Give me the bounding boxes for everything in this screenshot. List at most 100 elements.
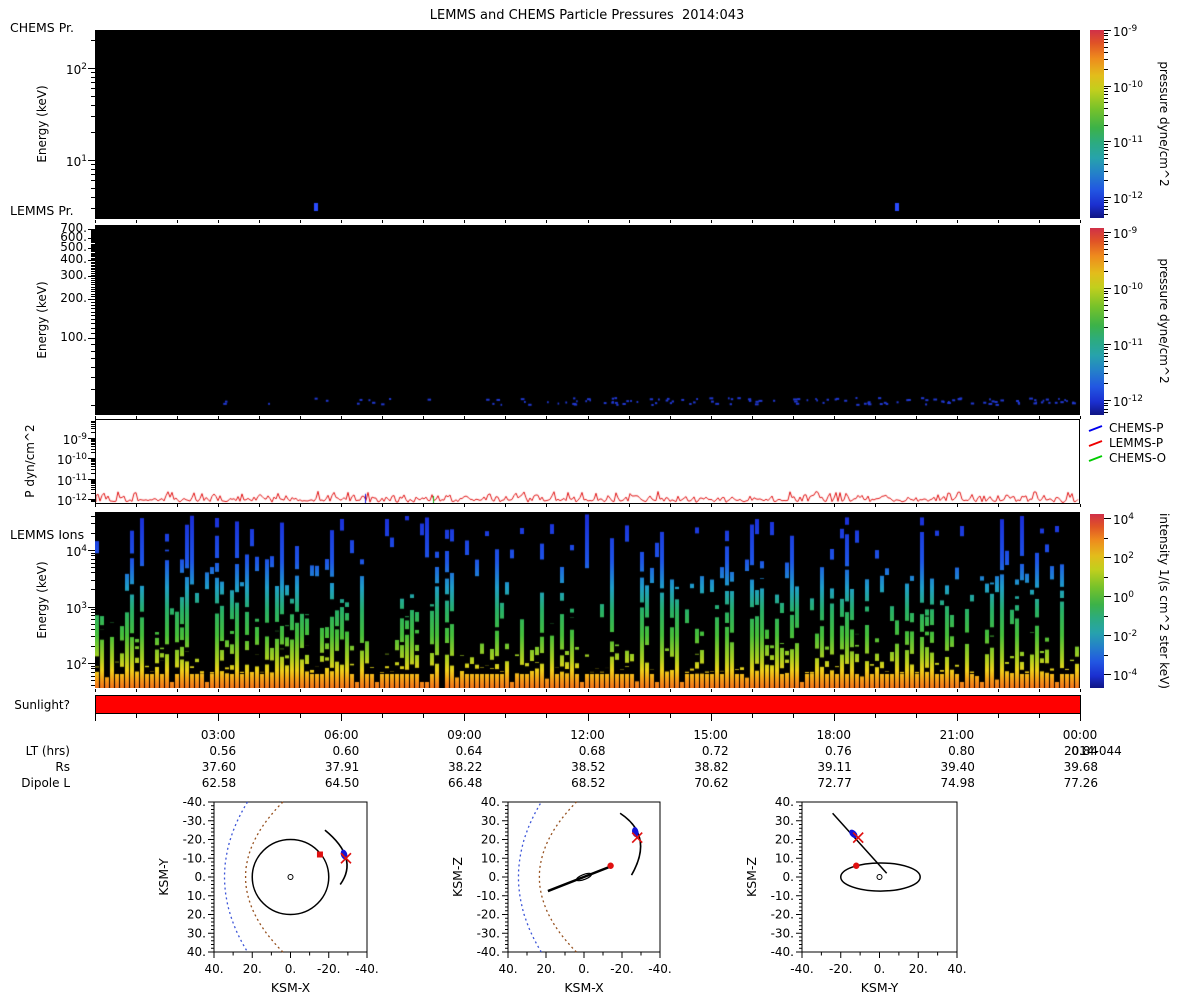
panel-gap-tick	[505, 220, 507, 223]
axis-tick	[91, 250, 95, 252]
time-tick-label: 18:00	[816, 728, 852, 742]
chems-pressure-spectrogram	[95, 30, 1080, 219]
axis-tick	[91, 422, 95, 424]
panel-gap-tick	[997, 689, 999, 692]
panel-gap-tick	[177, 220, 179, 223]
axis-tick	[91, 499, 95, 501]
time-axis-tick	[95, 713, 96, 721]
p2-ytick: 200.	[60, 291, 87, 306]
axis-tick	[91, 305, 95, 307]
panel-gap-tick	[464, 416, 466, 419]
ephemeris-value: 68.52	[571, 776, 606, 790]
colorbar-minor-tick	[1104, 405, 1108, 407]
axis-tick	[91, 668, 95, 670]
axis-tick	[91, 462, 95, 464]
panel-gap-tick	[628, 220, 630, 223]
colorbar-tick-label: 10-4	[1113, 668, 1138, 684]
axis-tick	[91, 238, 95, 240]
panel-gap-tick	[915, 504, 917, 507]
colorbar-tick-label: 100	[1113, 590, 1135, 606]
colorbar-minor-tick	[1104, 35, 1108, 37]
time-axis-tick	[300, 713, 302, 718]
colorbar-minor-tick	[1104, 146, 1108, 148]
colorbar-minor-tick	[1104, 107, 1108, 109]
ephemeris-value: 62.58	[201, 776, 237, 790]
orbit-y-tick-label: 20.	[775, 833, 794, 847]
ephemeris-value: 39.68	[1063, 760, 1098, 774]
axis-tick	[91, 252, 95, 254]
axis-tick	[91, 229, 95, 231]
pressure-colorbar-2	[1090, 228, 1104, 415]
orbit-line	[547, 864, 613, 893]
panel-gap-tick	[956, 689, 958, 692]
colorbar-tick-label: 10-11	[1113, 338, 1143, 353]
boundary-curve	[517, 801, 542, 953]
colorbar-tick-label: 10-10	[1113, 282, 1143, 297]
pressure-lineplot	[95, 419, 1080, 504]
panel-gap-tick	[710, 504, 712, 507]
axis-tick	[91, 579, 95, 581]
colorbar-minor-tick	[1104, 199, 1108, 201]
colorbar-minor-tick	[1104, 327, 1108, 329]
panel-gap-tick	[95, 416, 96, 419]
intensity-colorbar	[1090, 514, 1104, 688]
panel-gap-tick	[1080, 416, 1081, 419]
ephemeris-value: 66.48	[448, 776, 483, 790]
panel-gap-tick	[1038, 220, 1040, 223]
panel-gap-tick	[136, 416, 138, 419]
axis-tick	[91, 261, 95, 263]
panel-gap-tick	[956, 220, 958, 223]
axis-tick	[88, 160, 95, 161]
axis-tick	[91, 278, 95, 280]
sunlight-bar	[95, 695, 1081, 714]
axis-tick	[91, 558, 95, 560]
orbit-x-tick-label: -20.	[610, 962, 633, 976]
colorbar-tick	[1104, 400, 1111, 401]
panel-gap-tick	[259, 504, 261, 507]
ephemeris-value: 0.84	[1071, 744, 1098, 758]
colorbar-minor-tick	[1104, 304, 1108, 306]
time-axis-tick	[382, 713, 384, 718]
axis-tick	[91, 234, 95, 236]
row-label-dipole: Dipole L	[21, 776, 70, 790]
panel-gap-tick	[710, 416, 712, 419]
p3-ylabel: P dyn/cm^2	[23, 424, 37, 498]
panel-gap-tick	[915, 689, 917, 692]
axis-tick	[91, 72, 95, 74]
orbit-y-tick-label: -40.	[477, 945, 500, 959]
panel-gap-tick	[833, 416, 835, 419]
colorbar-minor-tick	[1104, 170, 1108, 172]
orbit-x-tick-label: 0.	[874, 962, 885, 976]
panel-gap-tick	[464, 689, 466, 692]
colorbar-minor-tick	[1104, 360, 1108, 362]
axis-tick	[91, 235, 95, 237]
panel-gap-tick	[546, 220, 548, 223]
orbit-y-tick-label: -40.	[771, 945, 794, 959]
legend-swatch-line	[1088, 454, 1103, 462]
panel-gap-tick	[177, 689, 179, 692]
panel-gap-tick	[218, 220, 220, 223]
orbit-y-tick-label: -30.	[771, 926, 794, 940]
panel-gap-tick	[956, 504, 958, 507]
axis-tick	[91, 296, 95, 298]
axis-tick	[91, 251, 95, 253]
orbit-y-tick-label: 10.	[775, 851, 794, 865]
colorbar-tick	[1104, 635, 1111, 637]
axis-tick	[91, 264, 95, 266]
colorbar-tick	[1104, 557, 1111, 559]
time-axis-tick	[1080, 713, 1081, 721]
panel-gap-tick	[792, 220, 794, 223]
axis-tick	[91, 332, 95, 334]
panel-gap-tick	[300, 416, 302, 419]
p3-ytick: 10-11	[57, 472, 87, 488]
axis-tick	[91, 132, 95, 134]
p1-ytick: 101	[65, 154, 87, 169]
orbit-y-tick-label: -20.	[771, 908, 794, 922]
axis-tick	[91, 425, 95, 427]
axis-tick	[91, 431, 95, 433]
panel-gap-tick	[95, 220, 96, 223]
ephemeris-value: 0.68	[578, 744, 606, 758]
p1-ytick: 102	[65, 62, 87, 77]
panel-gap-tick	[1038, 504, 1040, 507]
axis-tick	[91, 481, 95, 483]
